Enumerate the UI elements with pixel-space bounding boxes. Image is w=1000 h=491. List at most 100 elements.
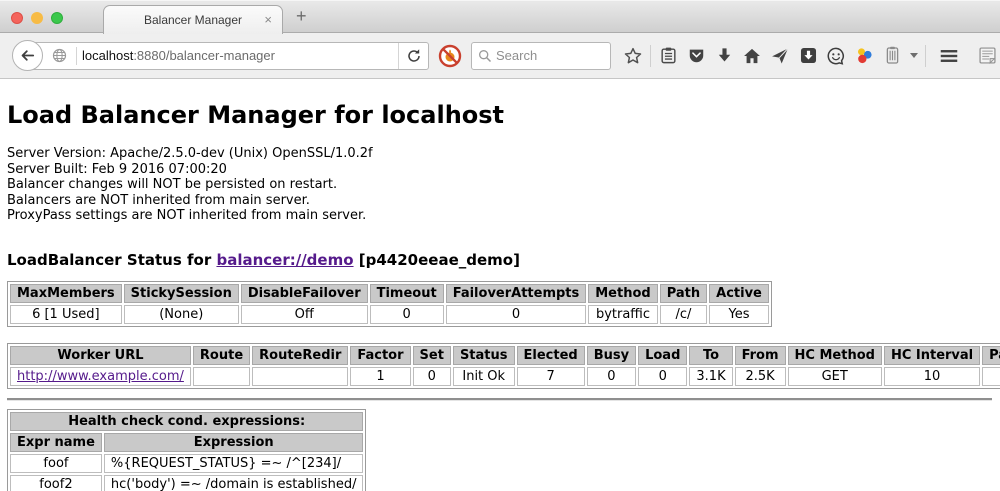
search-input[interactable] <box>496 48 596 63</box>
urlbar-divider <box>76 47 77 65</box>
browser-window: Balancer Manager × + localhost:8880/bala… <box>0 0 1000 490</box>
worker-table: Worker URL Route RouteRedir Factor Set S… <box>7 343 1000 389</box>
download-manager-button[interactable] <box>794 41 822 71</box>
container-extension-button[interactable] <box>878 41 906 71</box>
cell-expression: hc('body') =~ /domain is established/ <box>104 475 364 491</box>
overflow-caret-button[interactable] <box>906 41 922 71</box>
col-header: HC Interval <box>884 346 980 365</box>
cell-to: 3.1K <box>689 367 732 386</box>
menu-button[interactable] <box>935 41 963 71</box>
url-path: :8880/balancer-manager <box>133 48 275 63</box>
server-version-line: Server Version: Apache/2.5.0-dev (Unix) … <box>7 146 992 162</box>
back-button[interactable] <box>12 40 43 71</box>
url-bar[interactable]: localhost:8880/balancer-manager <box>27 42 429 70</box>
colored-dots-icon <box>854 46 874 66</box>
container-icon <box>883 46 902 65</box>
extension-dots-button[interactable] <box>850 41 878 71</box>
download-arrow-icon <box>715 46 734 65</box>
col-header: FailoverAttempts <box>446 284 587 303</box>
cell-active: Yes <box>709 305 769 324</box>
page-content: Load Balancer Manager for localhost Serv… <box>0 79 1000 490</box>
paper-plane-icon <box>770 46 790 66</box>
search-box[interactable] <box>471 42 611 70</box>
hamburger-icon <box>938 45 960 67</box>
home-button[interactable] <box>738 41 766 71</box>
cell-factor: 1 <box>350 367 410 386</box>
health-check-table: Health check cond. expressions: Expr nam… <box>7 409 366 491</box>
status-heading-prefix: LoadBalancer Status for <box>7 251 216 269</box>
navigation-toolbar: localhost:8880/balancer-manager <box>0 33 1000 79</box>
bookmarks-menu-button[interactable] <box>654 41 682 71</box>
col-header: Expr name <box>10 433 102 452</box>
cell-hc-method: GET <box>788 367 882 386</box>
col-header: Active <box>709 284 769 303</box>
col-header: Status <box>453 346 515 365</box>
downloads-button[interactable] <box>710 41 738 71</box>
url-domain: localhost <box>82 48 133 63</box>
cell-expression: %{REQUEST_STATUS} =~ /^[234]/ <box>104 454 364 473</box>
cell-maxmembers: 6 [1 Used] <box>10 305 122 324</box>
feedback-smiley-button[interactable] <box>822 41 850 71</box>
server-info: Server Version: Apache/2.5.0-dev (Unix) … <box>7 146 992 224</box>
balancer-settings-table: MaxMembers StickySession DisableFailover… <box>7 281 772 327</box>
home-icon <box>742 46 762 66</box>
col-header: From <box>735 346 786 365</box>
col-header: RouteRedir <box>252 346 348 365</box>
minimize-window-button[interactable] <box>31 12 43 24</box>
cell-route <box>193 367 250 386</box>
col-header: Factor <box>350 346 410 365</box>
page-capture-button[interactable] <box>973 41 1000 71</box>
pocket-icon <box>687 46 706 65</box>
flashblock-icon[interactable] <box>438 44 462 68</box>
close-window-button[interactable] <box>11 12 23 24</box>
cell-method: bytraffic <box>588 305 657 324</box>
table-row: http://www.example.com/ 1 0 Init Ok 7 0 … <box>10 367 1000 386</box>
cell-status: Init Ok <box>453 367 515 386</box>
persist-notice-line: Balancer changes will NOT be persisted o… <box>7 177 992 193</box>
col-header: DisableFailover <box>241 284 368 303</box>
bookmark-star-button[interactable] <box>619 41 647 71</box>
cell-stickysession: (None) <box>124 305 239 324</box>
table-row: foof %{REQUEST_STATUS} =~ /^[234]/ <box>10 454 363 473</box>
tab-close-icon[interactable]: × <box>264 13 272 27</box>
status-heading-suffix: [p4420eeae_demo] <box>354 251 520 269</box>
col-header: Worker URL <box>10 346 191 365</box>
cell-elected: 7 <box>517 367 585 386</box>
table-row: 6 [1 Used] (None) Off 0 0 bytraffic /c/ … <box>10 305 769 324</box>
cell-expr-name: foof2 <box>10 475 102 491</box>
col-header: Method <box>588 284 657 303</box>
cell-from: 2.5K <box>735 367 786 386</box>
search-icon <box>478 49 492 63</box>
cell-disablefailover: Off <box>241 305 368 324</box>
tab-balancer-manager[interactable]: Balancer Manager × <box>103 5 283 34</box>
new-tab-button[interactable]: + <box>296 6 307 27</box>
worker-url-link[interactable]: http://www.example.com/ <box>17 369 184 384</box>
col-header: StickySession <box>124 284 239 303</box>
cell-hc-interval: 10 <box>884 367 980 386</box>
chevron-down-icon <box>910 53 918 58</box>
col-header: Elected <box>517 346 585 365</box>
col-header: Set <box>413 346 451 365</box>
col-header: MaxMembers <box>10 284 122 303</box>
url-input[interactable]: localhost:8880/balancer-manager <box>82 48 398 63</box>
section-divider <box>7 398 992 401</box>
page-title: Load Balancer Manager for localhost <box>7 79 992 129</box>
col-header: To <box>689 346 732 365</box>
cell-busy: 0 <box>587 367 636 386</box>
col-header: Load <box>638 346 687 365</box>
fullscreen-window-button[interactable] <box>51 12 63 24</box>
col-header: Busy <box>587 346 636 365</box>
toolbar-divider <box>925 45 926 67</box>
col-header: Path <box>660 284 707 303</box>
reload-button[interactable] <box>398 43 428 69</box>
send-tab-button[interactable] <box>766 41 794 71</box>
cell-set: 0 <box>413 367 451 386</box>
balancer-demo-link[interactable]: balancer://demo <box>216 251 353 269</box>
pocket-button[interactable] <box>682 41 710 71</box>
cell-passes: 1 (0) <box>982 367 1000 386</box>
download-box-icon <box>799 46 818 65</box>
cell-failoverattempts: 0 <box>446 305 587 324</box>
site-identity-globe-icon[interactable] <box>52 48 67 63</box>
inherit-notice-line: Balancers are NOT inherited from main se… <box>7 193 992 209</box>
table-row: foof2 hc('body') =~ /domain is establish… <box>10 475 363 491</box>
